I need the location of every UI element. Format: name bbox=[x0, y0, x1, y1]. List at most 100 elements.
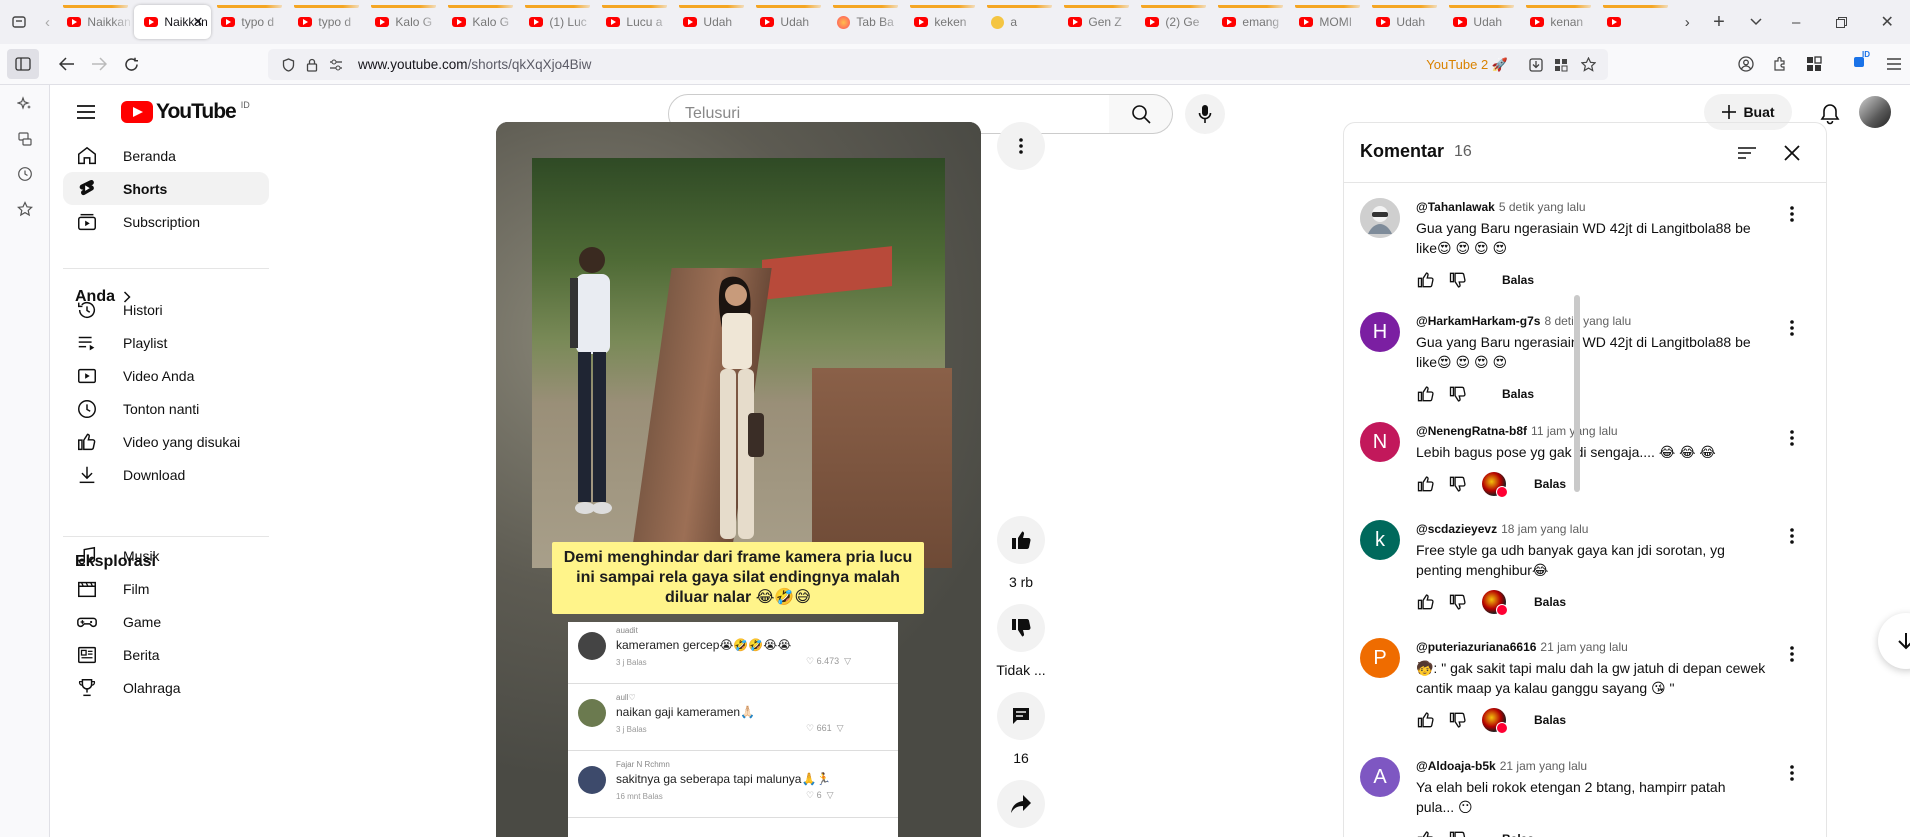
apps-grid-icon[interactable] bbox=[1802, 52, 1826, 76]
guide-item-film[interactable]: Film bbox=[63, 572, 269, 605]
bookmarks-star-icon[interactable] bbox=[0, 191, 50, 226]
guide-item-beranda[interactable]: Beranda bbox=[63, 139, 269, 172]
synced-tabs-icon[interactable] bbox=[0, 121, 50, 156]
comment-dislike-button[interactable] bbox=[1442, 468, 1474, 500]
comment-author[interactable]: @Aldoaja-b5k 21 jam yang lalu bbox=[1416, 759, 1587, 773]
scroll-tabs-right-icon[interactable]: › bbox=[1674, 7, 1700, 37]
close-comments-button[interactable] bbox=[1774, 135, 1810, 171]
guide-menu-icon[interactable] bbox=[73, 100, 99, 124]
restore-icon[interactable] bbox=[1819, 7, 1865, 37]
browser-tab[interactable]: typo d bbox=[211, 5, 289, 39]
close-tab-icon[interactable]: ✕ bbox=[193, 14, 204, 30]
next-video-button[interactable] bbox=[1878, 613, 1910, 669]
guide-item-download[interactable]: Download bbox=[63, 458, 269, 491]
browser-tab[interactable]: MOMI bbox=[1289, 5, 1367, 39]
guide-item-shorts[interactable]: Shorts bbox=[63, 172, 269, 205]
forward-icon[interactable] bbox=[83, 48, 115, 80]
grid-extension-icon[interactable] bbox=[1549, 53, 1573, 77]
reply-button[interactable]: Balas bbox=[1522, 595, 1578, 609]
guide-item-histori[interactable]: Histori bbox=[63, 293, 269, 326]
comment-dislike-button[interactable] bbox=[1442, 586, 1474, 618]
browser-tab[interactable]: Udah bbox=[673, 5, 751, 39]
browser-tab[interactable]: (1) Luc bbox=[519, 5, 597, 39]
voice-search-button[interactable] bbox=[1185, 94, 1225, 134]
browser-tab[interactable]: keken bbox=[904, 5, 982, 39]
comment-action-menu-button[interactable] bbox=[1780, 761, 1804, 785]
search-button[interactable] bbox=[1109, 94, 1173, 134]
comment-author[interactable]: @NenengRatna-b8f 11 jam yang lalu bbox=[1416, 424, 1618, 438]
comment-like-button[interactable] bbox=[1410, 378, 1442, 410]
new-tab-icon[interactable]: + bbox=[1700, 7, 1738, 37]
tracking-shield-icon[interactable] bbox=[276, 53, 300, 77]
permissions-icon[interactable] bbox=[324, 53, 348, 77]
comment-author[interactable]: @scdazieyevz 18 jam yang lalu bbox=[1416, 522, 1588, 536]
reply-button[interactable]: Balas bbox=[1490, 387, 1546, 401]
comment-like-button[interactable] bbox=[1410, 586, 1442, 618]
comment-avatar[interactable]: A bbox=[1360, 757, 1400, 797]
reply-button[interactable]: Balas bbox=[1490, 273, 1546, 287]
youtube-logo[interactable]: YouTube ID bbox=[121, 100, 250, 124]
comment-avatar[interactable] bbox=[1360, 198, 1400, 238]
app-menu-icon[interactable] bbox=[1882, 52, 1906, 76]
bookmark-star-icon[interactable] bbox=[1576, 53, 1600, 77]
browser-tab[interactable]: emang bbox=[1212, 5, 1290, 39]
comment-dislike-button[interactable] bbox=[1442, 704, 1474, 736]
list-all-tabs-icon[interactable] bbox=[1738, 7, 1774, 37]
guide-item-musik[interactable]: Musik bbox=[63, 539, 269, 572]
guide-item-berita[interactable]: Berita bbox=[63, 638, 269, 671]
back-icon[interactable] bbox=[51, 48, 83, 80]
account-icon[interactable] bbox=[1734, 52, 1758, 76]
dislike-button[interactable] bbox=[997, 604, 1045, 652]
comment-like-button[interactable] bbox=[1410, 264, 1442, 296]
guide-item-game[interactable]: Game bbox=[63, 605, 269, 638]
share-button[interactable] bbox=[997, 780, 1045, 828]
site-badge[interactable]: YouTube 2 🚀 bbox=[1426, 57, 1508, 73]
comment-avatar[interactable]: H bbox=[1360, 312, 1400, 352]
guide-item-olahraga[interactable]: Olahraga bbox=[63, 671, 269, 704]
account-avatar[interactable] bbox=[1859, 96, 1891, 128]
comment-time[interactable]: 21 jam yang lalu bbox=[1540, 640, 1627, 654]
profile-badge-icon[interactable]: ID bbox=[1848, 46, 1876, 74]
comment-action-menu-button[interactable] bbox=[1780, 426, 1804, 450]
comment-dislike-button[interactable] bbox=[1442, 378, 1474, 410]
browser-tab[interactable] bbox=[1597, 5, 1675, 39]
guide-item-video-anda[interactable]: Video Anda bbox=[63, 359, 269, 392]
browser-tab[interactable]: Kalo G bbox=[365, 5, 443, 39]
comment-time[interactable]: 5 detik yang lalu bbox=[1499, 200, 1586, 214]
guide-item-video-yang-disukai[interactable]: Video yang disukai bbox=[63, 425, 269, 458]
sort-comments-button[interactable] bbox=[1729, 135, 1765, 171]
comment-avatar[interactable]: N bbox=[1360, 422, 1400, 462]
comment-time[interactable]: 8 detik yang lalu bbox=[1544, 314, 1631, 328]
browser-tab[interactable]: Kalo G bbox=[442, 5, 520, 39]
comment-action-menu-button[interactable] bbox=[1780, 202, 1804, 226]
comment-author[interactable]: @HarkamHarkam-g7s 8 detik yang lalu bbox=[1416, 314, 1631, 328]
browser-tab[interactable]: Lucu a bbox=[596, 5, 674, 39]
comment-action-menu-button[interactable] bbox=[1780, 524, 1804, 548]
comment-author[interactable]: @Tahanlawak 5 detik yang lalu bbox=[1416, 200, 1586, 214]
browser-tab[interactable]: (2) Ge bbox=[1135, 5, 1213, 39]
reply-button[interactable]: Balas bbox=[1522, 713, 1578, 727]
comment-author[interactable]: @puteriazuriana6616 21 jam yang lalu bbox=[1416, 640, 1628, 654]
lock-icon[interactable] bbox=[300, 53, 324, 77]
comment-dislike-button[interactable] bbox=[1442, 823, 1474, 837]
reply-button[interactable]: Balas bbox=[1522, 477, 1578, 491]
shorts-player[interactable]: Demi menghindar dari frame kamera pria l… bbox=[496, 122, 981, 837]
comment-action-menu-button[interactable] bbox=[1780, 642, 1804, 666]
browser-tab[interactable]: typo d bbox=[288, 5, 366, 39]
tab-overview-icon[interactable] bbox=[0, 7, 38, 37]
reload-icon[interactable] bbox=[115, 48, 147, 80]
url-text[interactable]: www.youtube.com/shorts/qkXqXjo4Biw bbox=[358, 57, 591, 72]
browser-tab[interactable]: Udah bbox=[1366, 5, 1444, 39]
browser-tab[interactable]: Udah bbox=[1443, 5, 1521, 39]
browser-tab[interactable]: Udah bbox=[750, 5, 828, 39]
comment-like-button[interactable] bbox=[1410, 704, 1442, 736]
guide-item-subscription[interactable]: Subscription bbox=[63, 205, 269, 238]
browser-tab[interactable]: Naikkan ✕ bbox=[134, 5, 212, 39]
like-button[interactable] bbox=[997, 516, 1045, 564]
extensions-puzzle-icon[interactable] bbox=[1768, 52, 1792, 76]
minimize-icon[interactable]: – bbox=[1773, 7, 1819, 37]
close-window-icon[interactable]: ✕ bbox=[1864, 7, 1910, 37]
browser-tab[interactable]: Gen Z bbox=[1058, 5, 1136, 39]
more-actions-button[interactable] bbox=[997, 122, 1045, 170]
history-clock-icon[interactable] bbox=[0, 156, 50, 191]
